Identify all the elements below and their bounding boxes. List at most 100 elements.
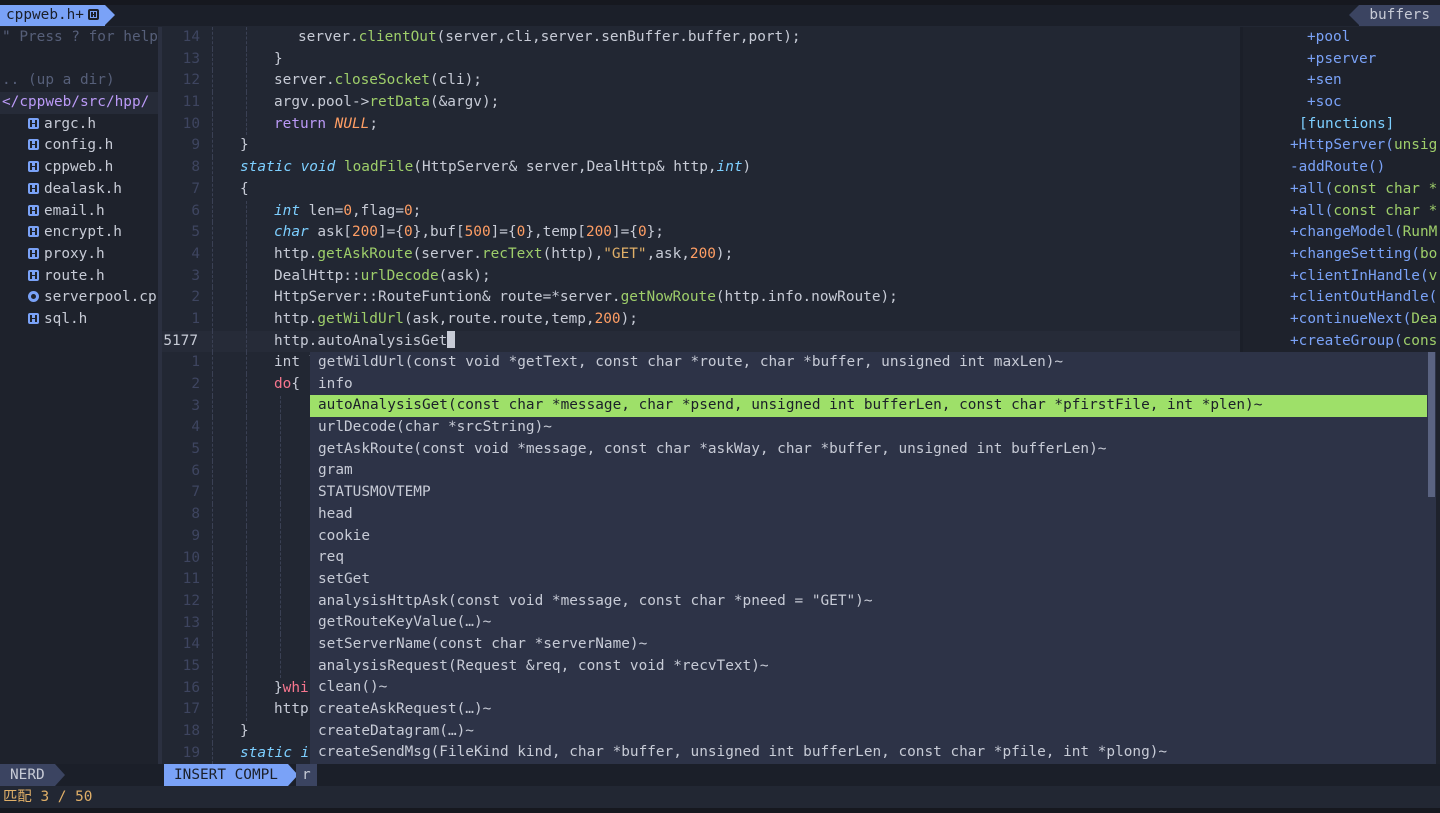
nerdtree-up-dir[interactable]: .. (up a dir)	[0, 70, 158, 92]
completion-item[interactable]: analysisRequest(Request &req, const void…	[310, 656, 1427, 678]
code-text: int len=0,flag=0;	[274, 202, 422, 219]
line-number: 7	[191, 180, 200, 197]
command-line: 匹配 3 / 50	[0, 786, 1440, 808]
text-cursor	[447, 330, 456, 348]
line-number: 4	[191, 245, 200, 262]
header-file-icon	[87, 9, 99, 20]
nerdtree-panel[interactable]: " Press ? for help .. (up a dir) </cppwe…	[0, 27, 158, 764]
nerdtree-file[interactable]: serverpool.cp	[0, 287, 158, 309]
code-text: DealHttp::urlDecode(ask);	[274, 267, 491, 284]
line-number: 18	[182, 723, 200, 739]
completion-item-selected[interactable]: autoAnalysisGet(const char *message, cha…	[310, 395, 1427, 418]
code-line[interactable]: 2 HttpServer::RouteFuntion& route=*server…	[162, 287, 1240, 309]
code-line[interactable]: 7{	[162, 178, 1240, 201]
completion-item[interactable]: head	[310, 504, 1427, 526]
code-line[interactable]: 10 return NULL;	[162, 113, 1240, 136]
nerdtree-file-name: sql.h	[44, 310, 88, 327]
tagbar-function[interactable]: -addRoute()	[1243, 157, 1440, 179]
line-number: 14	[182, 636, 200, 653]
tagbar-function[interactable]: +clientOutHandle(	[1243, 287, 1440, 309]
completion-item[interactable]: setServerName(const char *serverName)~	[310, 634, 1427, 656]
tagbar-function[interactable]: +HttpServer(unsig	[1243, 135, 1440, 157]
completion-item[interactable]: STATUSMOVTEMP	[310, 482, 1427, 504]
cursor-line[interactable]: 5177 http.autoAnalysisGet	[162, 330, 1240, 353]
tagbar-function[interactable]: +changeSetting(bo	[1243, 244, 1440, 266]
code-line[interactable]: 1 http.getWildUrl(ask,route.route,temp,20…	[162, 308, 1240, 331]
line-number: 5	[191, 441, 200, 458]
tagbar-function[interactable]: +createGroup(cons	[1243, 331, 1440, 353]
completion-item[interactable]: getRouteKeyValue(…)~	[310, 612, 1427, 634]
line-number: 15	[182, 657, 200, 674]
completion-scrollbar-thumb[interactable]	[1428, 352, 1435, 497]
line-number: 8	[191, 159, 200, 176]
code-line[interactable]: 9}	[162, 135, 1240, 158]
nerdtree-file[interactable]: email.h	[0, 201, 158, 223]
tagbar-variable[interactable]: +pool	[1243, 27, 1440, 49]
buffers-label: buffers	[1369, 7, 1430, 23]
code-line[interactable]: 14 server.clientOut(server,cli,server.sen…	[162, 27, 1240, 49]
cpp-file-icon	[28, 291, 39, 303]
code-line[interactable]: 4 http.getAskRoute(server.recText(http),"…	[162, 243, 1240, 266]
statusline-segment: r	[296, 764, 317, 786]
completion-item[interactable]: gram	[310, 460, 1427, 482]
tagbar-variable[interactable]: +pserver	[1243, 49, 1440, 71]
header-file-icon	[28, 139, 39, 151]
completion-item[interactable]: getAskRoute(const void *message, const c…	[310, 439, 1427, 461]
nerdtree-file[interactable]: argc.h	[0, 114, 158, 136]
nerdtree-root-path[interactable]: </cppweb/src/hpp/	[0, 92, 158, 114]
tagbar-function[interactable]: +all(const char *	[1243, 179, 1440, 201]
code-line[interactable]: 13}	[162, 48, 1240, 71]
completion-popup[interactable]: getWildUrl(const void *getText, const ch…	[310, 352, 1427, 786]
nerdtree-file[interactable]: cppweb.h	[0, 157, 158, 179]
code-line[interactable]: 6 int len=0,flag=0;	[162, 200, 1240, 223]
tagbar-variable[interactable]: +soc	[1243, 92, 1440, 114]
nerdtree-file-name: route.h	[44, 267, 105, 284]
completion-item[interactable]: createDatagram(…)~	[310, 721, 1427, 743]
header-file-icon	[28, 312, 39, 324]
code-line[interactable]: 12 server.closeSocket(cli);	[162, 70, 1240, 93]
tagbar-section-header[interactable]: [functions]	[1243, 114, 1440, 136]
window-bottom-border	[0, 808, 1440, 813]
tab-cppweb-h[interactable]: cppweb.h+	[0, 5, 115, 26]
completion-item[interactable]: req	[310, 547, 1427, 569]
header-file-icon	[28, 247, 39, 259]
completion-item[interactable]: cookie	[310, 526, 1427, 548]
code-line[interactable]: 3 DealHttp::urlDecode(ask);	[162, 265, 1240, 288]
code-text: {	[240, 180, 249, 197]
tagbar-function[interactable]: +continueNext(Dea	[1243, 309, 1440, 331]
completion-item[interactable]: urlDecode(char *srcString)~	[310, 417, 1427, 439]
code-line[interactable]: 8 static void loadFile(HttpServer& server…	[162, 157, 1240, 179]
completion-item[interactable]: analysisHttpAsk(const void *message, con…	[310, 591, 1427, 613]
header-file-icon	[28, 269, 39, 281]
nerdtree-file[interactable]: config.h	[0, 135, 158, 157]
code-text: http	[274, 701, 309, 718]
tagbar-function[interactable]: +changeModel(RunM	[1243, 222, 1440, 244]
buffers-indicator[interactable]: buffers	[1349, 5, 1440, 26]
completion-item[interactable]: getWildUrl(const void *getText, const ch…	[310, 352, 1427, 374]
nerdtree-file[interactable]: dealask.h	[0, 179, 158, 201]
code-text: do{	[274, 376, 300, 392]
nerdtree-file[interactable]: encrypt.h	[0, 222, 158, 244]
nerdtree-file[interactable]: route.h	[0, 266, 158, 288]
tagbar-function[interactable]: +clientInHandle(v	[1243, 266, 1440, 288]
line-number: 13	[182, 614, 200, 631]
line-number: 13	[182, 50, 200, 67]
nerdtree-file[interactable]: sql.h	[0, 309, 158, 331]
code-text: server.clientOut(server,cli,server.senBu…	[298, 29, 801, 45]
line-number: 16	[182, 679, 200, 696]
header-file-icon	[28, 117, 39, 129]
code-line[interactable]: 11 argv.pool->retData(&argv);	[162, 92, 1240, 114]
completion-item[interactable]: setGet	[310, 569, 1427, 591]
tagbar-variable[interactable]: +sen	[1243, 70, 1440, 92]
completion-item[interactable]: clean()~	[310, 677, 1427, 699]
tagbar-function[interactable]: +all(const char *	[1243, 201, 1440, 223]
completion-item[interactable]: createAskRequest(…)~	[310, 699, 1427, 721]
nerdtree-file[interactable]: proxy.h	[0, 244, 158, 266]
completion-item[interactable]: createSendMsg(FileKind kind, char *buffe…	[310, 742, 1427, 764]
code-line[interactable]: 5 char ask[200]={0},buf[500]={0},temp[200…	[162, 222, 1240, 244]
insert-mode-indicator: INSERT COMPL	[164, 764, 298, 786]
completion-item[interactable]: info	[310, 374, 1427, 396]
code-text: }whi	[274, 679, 309, 696]
line-number: 11	[182, 571, 200, 588]
line-number: 1	[191, 310, 200, 327]
